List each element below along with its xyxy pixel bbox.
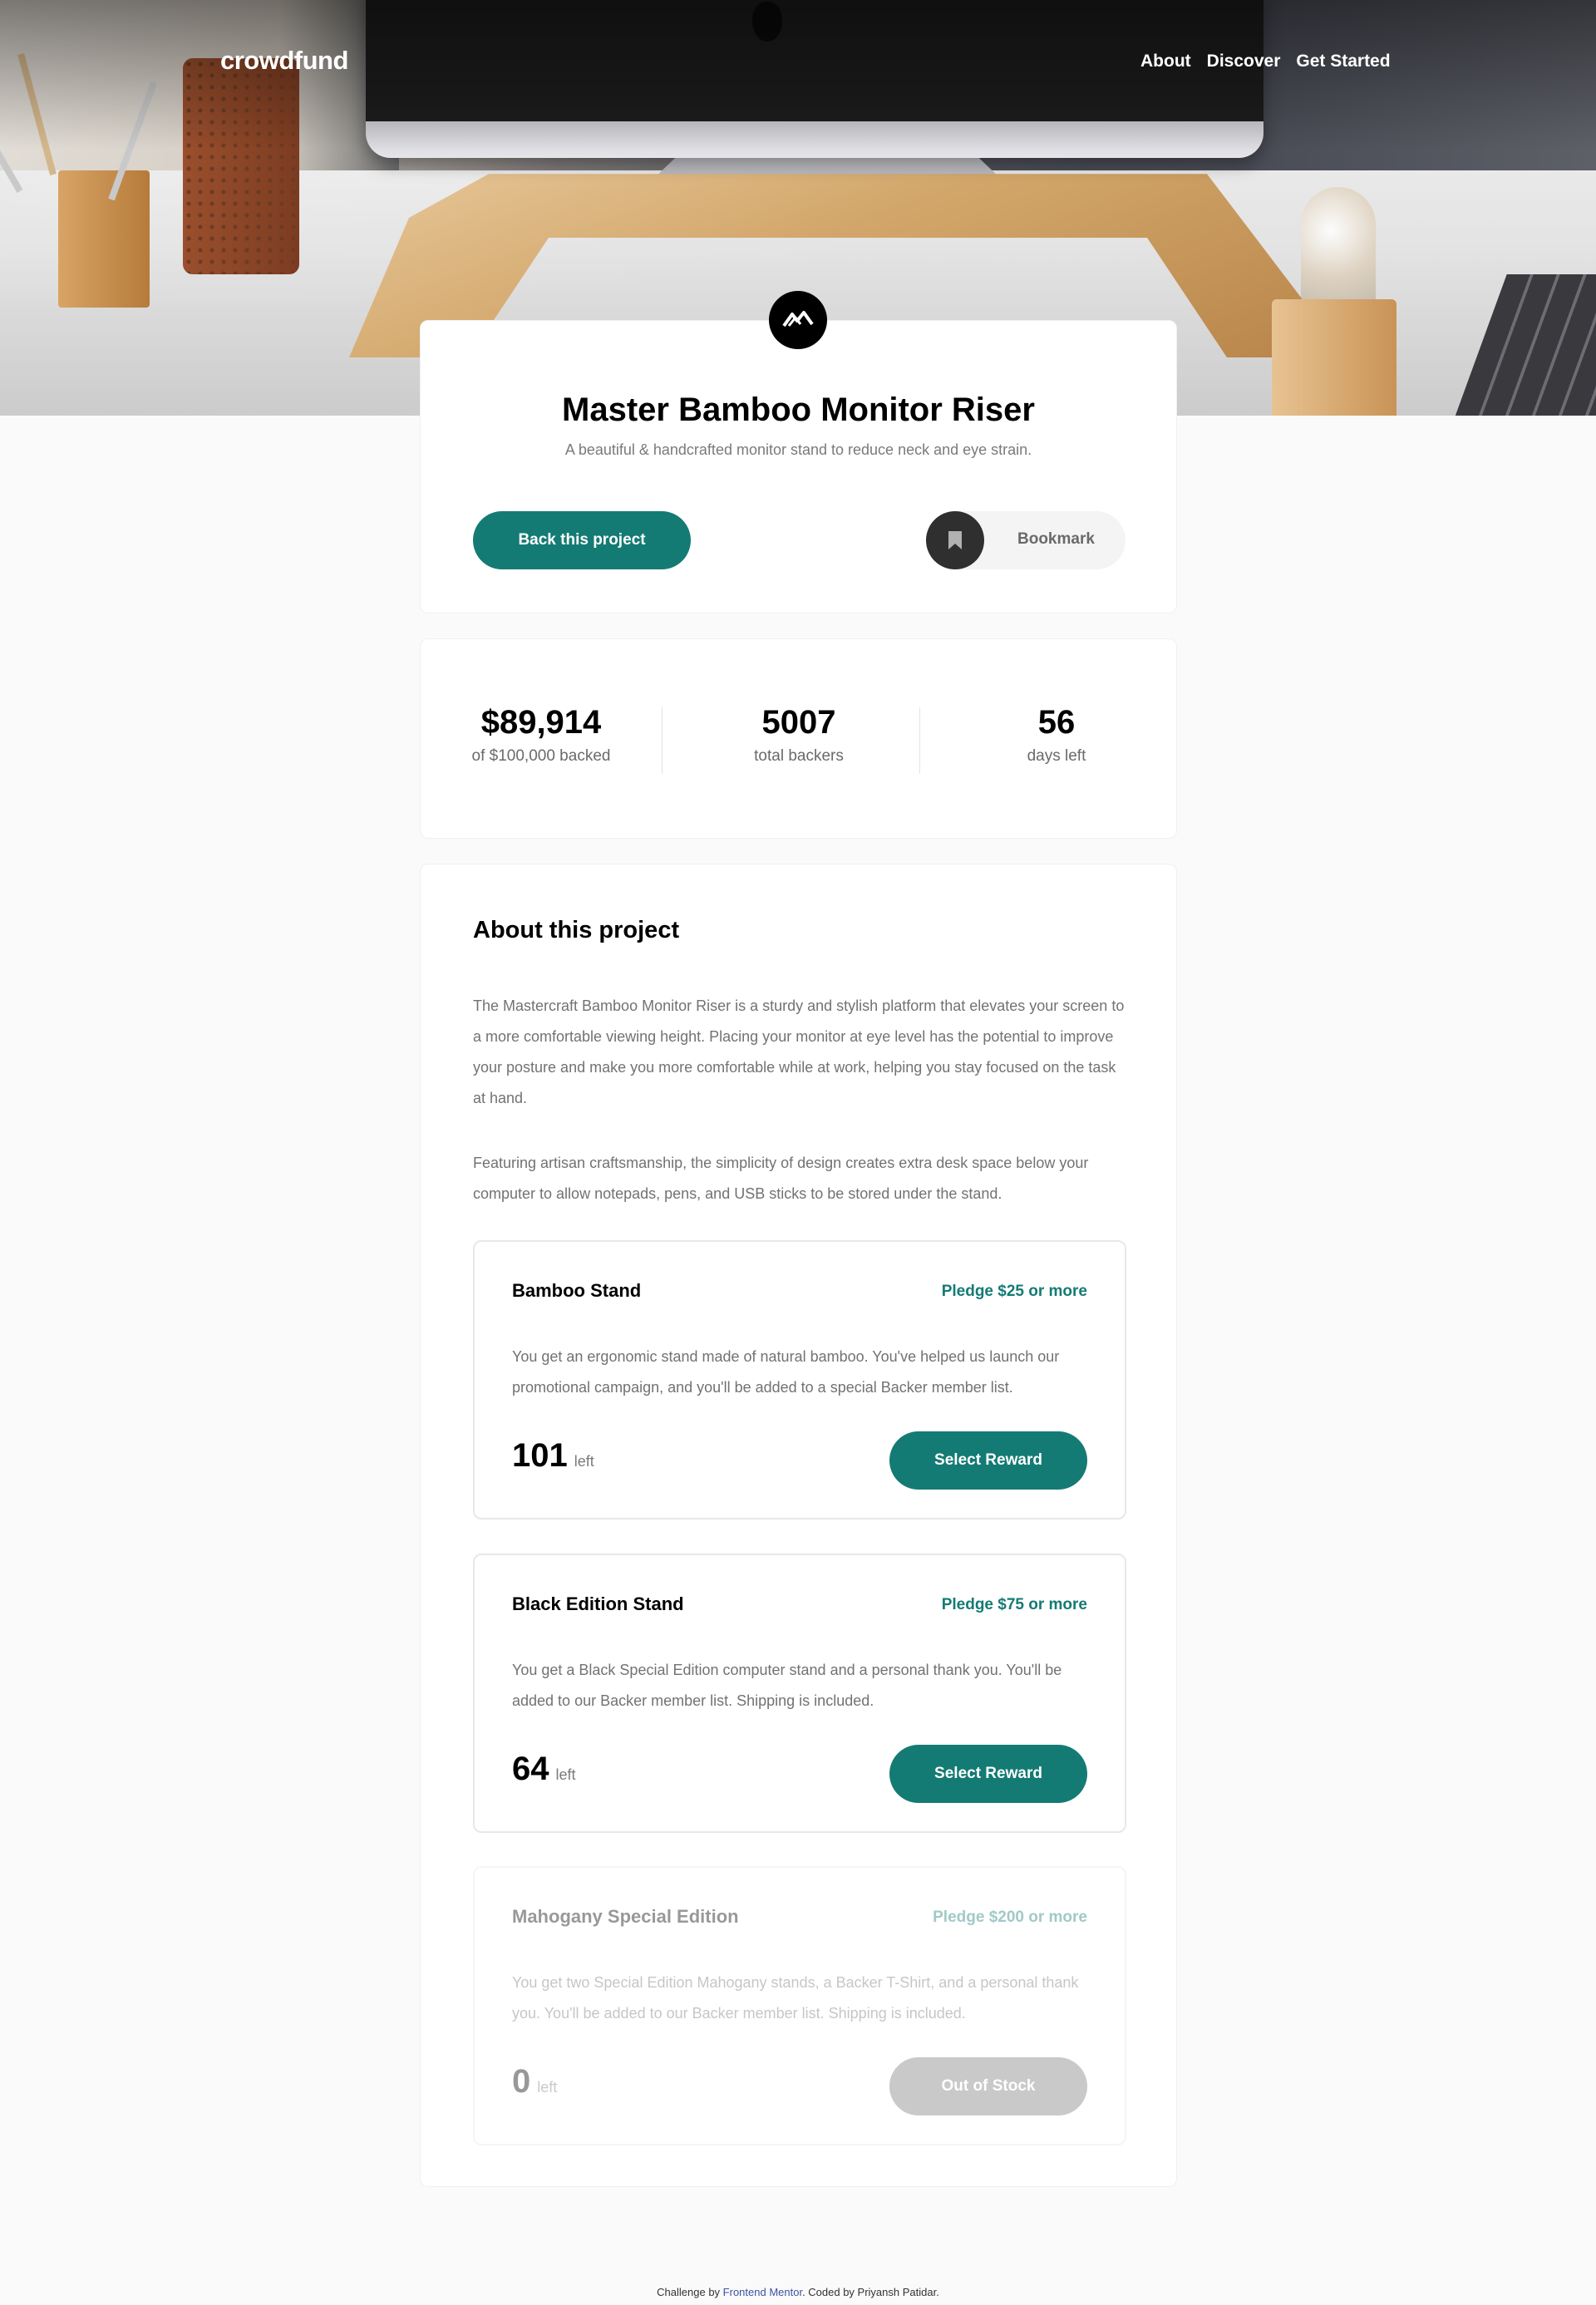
nav-link-get-started[interactable]: Get Started [1296, 52, 1390, 71]
page-title: Master Bamboo Monitor Riser [562, 392, 1035, 428]
reward-left-label: left [574, 1453, 594, 1470]
bookmark-label: Bookmark [1017, 530, 1095, 548]
reward-left-count: 0 [512, 2063, 531, 2100]
reward-card-black-edition: Black Edition Stand Pledge $75 or more Y… [473, 1554, 1126, 1833]
back-project-button[interactable]: Back this project [473, 511, 691, 569]
about-card: About this project The Mastercraft Bambo… [420, 864, 1177, 2187]
reward-name: Bamboo Stand [512, 1280, 642, 1301]
bookmark-button[interactable]: Bookmark [926, 511, 1126, 569]
stat-backers-label: total backers [754, 747, 844, 765]
mastercraft-logo-icon [769, 291, 827, 349]
reward-card-bamboo: Bamboo Stand Pledge $25 or more You get … [473, 1240, 1126, 1519]
stat-backed: $89,914 of $100,000 backed [421, 706, 662, 766]
reward-description: You get two Special Edition Mahogany sta… [512, 1974, 1079, 2022]
stat-backers: 5007 total backers [674, 706, 924, 766]
lamp-base-illustration [1272, 299, 1396, 416]
reward-stock: 0 left [512, 2063, 557, 2101]
reward-left-count: 64 [512, 1751, 549, 1787]
reward-left-label: left [555, 1766, 576, 1783]
footer-suffix: . Coded by Priyansh Patidar. [802, 2286, 939, 2298]
project-intro-card: Master Bamboo Monitor Riser A beautiful … [420, 320, 1177, 613]
footer-frontend-mentor-link[interactable]: Frontend Mentor [723, 2286, 802, 2298]
stat-days-label: days left [1027, 747, 1086, 765]
main-nav: About Discover Get Started [1140, 52, 1391, 71]
about-paragraph-2: Featuring artisan craftsmanship, the sim… [473, 1155, 1089, 1202]
reward-name: Black Edition Stand [512, 1593, 684, 1614]
select-reward-button[interactable]: Select Reward [889, 1431, 1087, 1490]
page-subtitle: A beautiful & handcrafted monitor stand … [564, 441, 1032, 458]
reward-stock: 101 left [512, 1437, 594, 1475]
reward-pledge: Pledge $75 or more [941, 1596, 1087, 1613]
stat-divider [919, 707, 920, 774]
stats-card: $89,914 of $100,000 backed 5007 total ba… [420, 638, 1177, 839]
reward-name: Mahogany Special Edition [512, 1906, 739, 1927]
reward-pledge: Pledge $25 or more [941, 1283, 1087, 1300]
about-title: About this project [473, 917, 680, 943]
crowdfund-logo[interactable]: crowdfund [220, 46, 348, 76]
about-paragraph-1: The Mastercraft Bamboo Monitor Riser is … [473, 997, 1125, 1106]
pencil-cup-illustration [58, 170, 150, 308]
reward-left-label: left [537, 2079, 558, 2096]
select-reward-button[interactable]: Select Reward [889, 1745, 1087, 1803]
stat-backed-label: of $100,000 backed [471, 747, 611, 765]
reward-stock: 64 left [512, 1751, 576, 1788]
stat-divider [662, 707, 663, 774]
stat-backers-value: 5007 [761, 704, 836, 741]
footer-attribution: Challenge by Frontend Mentor. Coded by P… [0, 2286, 1596, 2298]
out-of-stock-button: Out of Stock [889, 2057, 1087, 2115]
stat-backed-value: $89,914 [480, 704, 602, 741]
reward-pledge: Pledge $200 or more [933, 1909, 1087, 1926]
nav-link-about[interactable]: About [1140, 52, 1191, 71]
reward-card-mahogany: Mahogany Special Edition Pledge $200 or … [473, 1866, 1126, 2145]
reward-description: You get an ergonomic stand made of natur… [512, 1348, 1060, 1396]
stat-days: 56 days left [932, 706, 1181, 766]
reward-left-count: 101 [512, 1437, 568, 1474]
nav-link-discover[interactable]: Discover [1207, 52, 1281, 71]
stat-days-value: 56 [1037, 704, 1076, 741]
reward-description: You get a Black Special Edition computer… [512, 1662, 1062, 1709]
bookmark-icon [926, 511, 984, 569]
footer-prefix: Challenge by [657, 2286, 721, 2298]
lamp-bulb-illustration [1301, 187, 1376, 312]
